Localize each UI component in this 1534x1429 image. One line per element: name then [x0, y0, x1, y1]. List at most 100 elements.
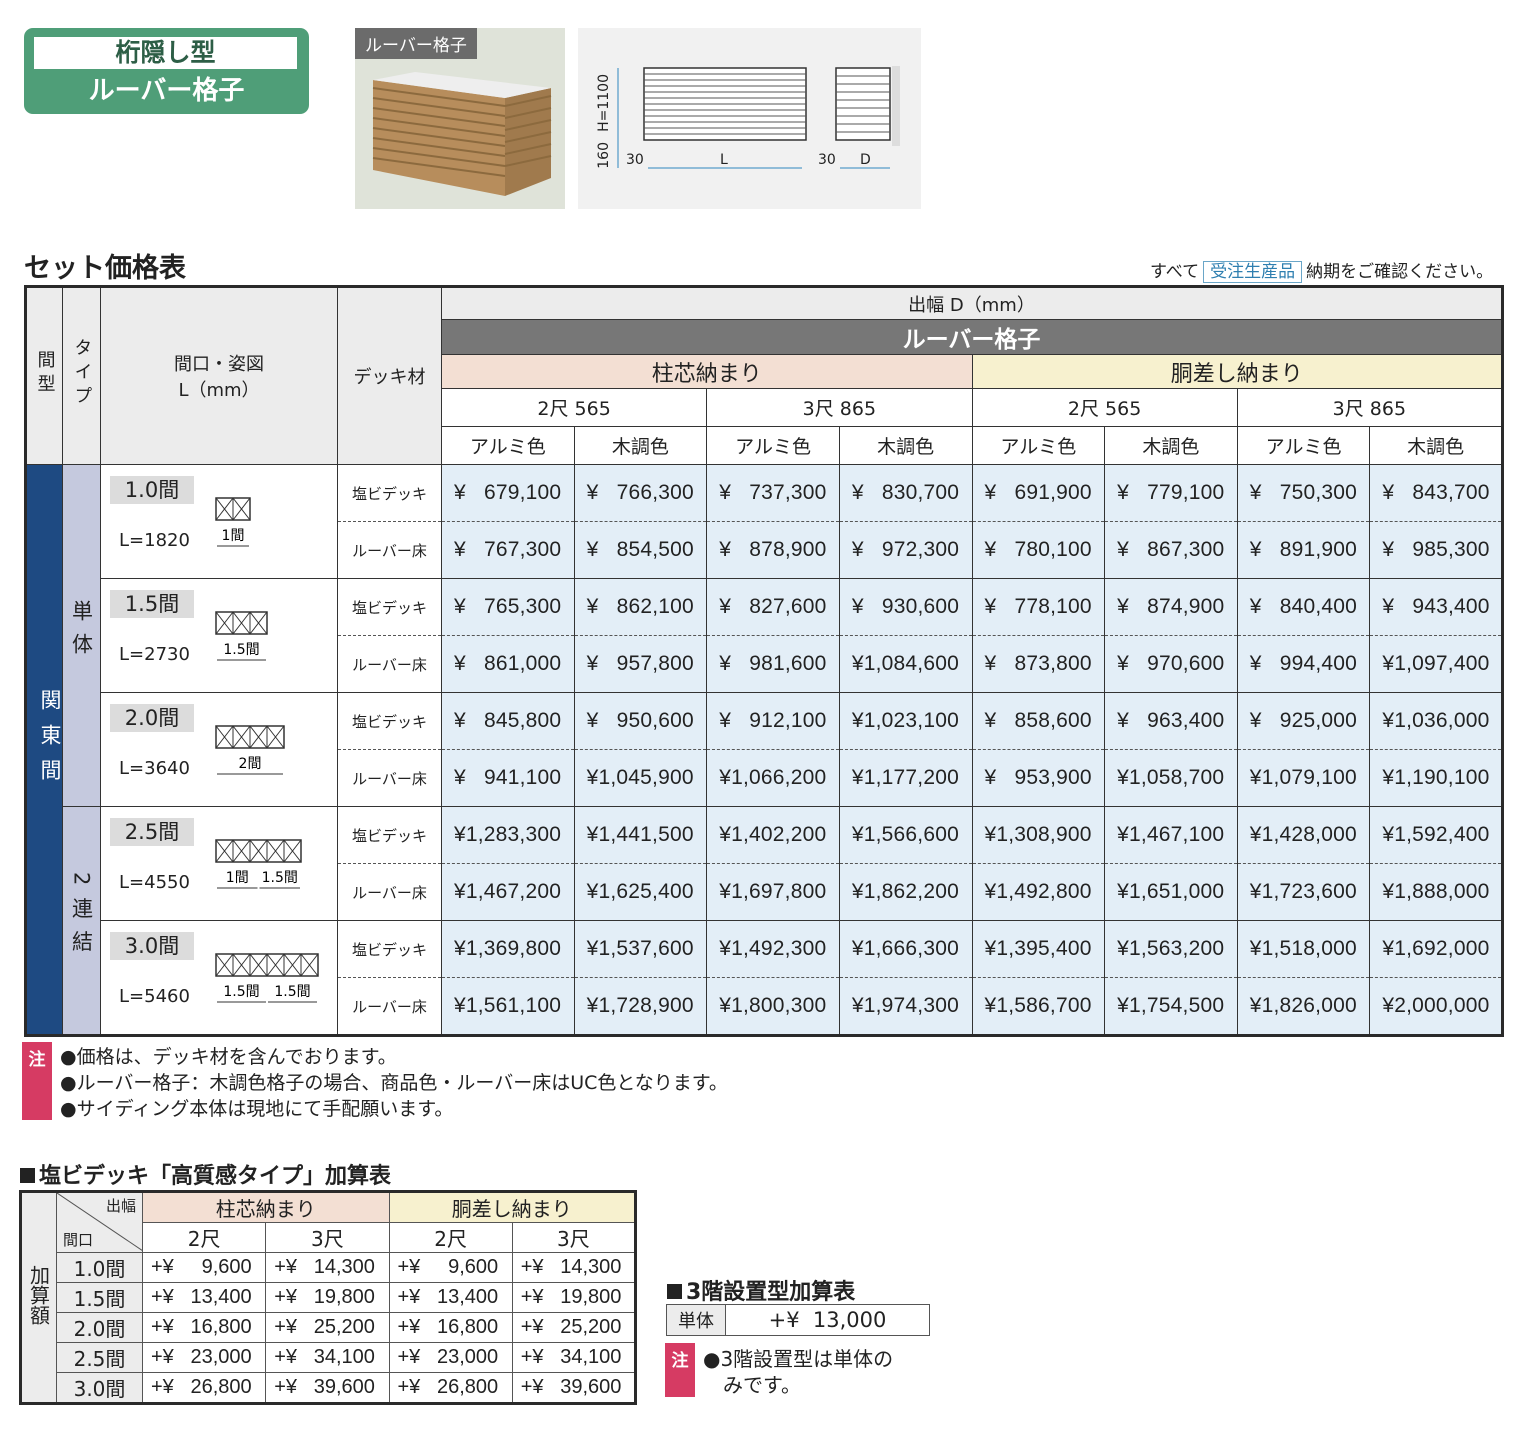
maguchi-length: L=4550 [119, 871, 190, 893]
price-cell: ¥ 840,400 [1236, 578, 1371, 636]
price-cell: ¥1,566,600 [838, 806, 973, 864]
maguchi-cell: 1.5間 L=2730 1.5間 [100, 578, 338, 693]
price-cell: ¥ 778,100 [971, 578, 1106, 636]
header-color: 木調色 [1104, 426, 1238, 465]
note-line: ●ルーバー格子：木調色格子の場合、商品色・ルーバー床はUC色となります。 [60, 1072, 728, 1094]
price-cell: ¥1,190,100 [1369, 749, 1503, 807]
header-maguchi-unit: L（mm） [178, 380, 260, 401]
add-value: +¥ 14,300 [511, 1252, 637, 1283]
made-to-order-tag: 受注生産品 [1203, 261, 1303, 283]
header-color: 木調色 [573, 426, 708, 465]
add-value: +¥ 39,600 [265, 1372, 390, 1404]
note-line: ●価格は、デッキ材を含んでおります。 [60, 1046, 397, 1068]
header-color: アルミ色 [441, 426, 575, 465]
price-cell: ¥1,692,000 [1369, 920, 1503, 978]
price-cell: ¥ 891,900 [1236, 521, 1371, 579]
add-value: +¥ 23,000 [141, 1342, 267, 1373]
maguchi-size: 1.5間 [110, 589, 194, 618]
plan-width-tag: 1間 [226, 870, 249, 886]
price-cell: ¥1,888,000 [1369, 863, 1503, 921]
price-cell: ¥ 861,000 [441, 635, 575, 693]
price-cell: ¥1,518,000 [1236, 920, 1371, 978]
price-cell: ¥ 963,400 [1104, 692, 1238, 750]
floor3-note-line: ●3階設置型は単体の [703, 1347, 894, 1371]
price-cell: ¥ 862,100 [573, 578, 708, 636]
price-cell: ¥ 874,900 [1104, 578, 1238, 636]
deck-type: 塩ビデッキ [337, 692, 442, 750]
price-cell: ¥1,974,300 [838, 977, 973, 1036]
header-group1: 柱芯納まり [441, 354, 973, 389]
plan-diagram: 2間 [215, 724, 285, 774]
header-size: 2尺 565 [971, 388, 1238, 427]
header-size: 2尺 565 [440, 388, 708, 427]
offset-label-right: 30 [818, 152, 836, 168]
price-cell: ¥1,592,400 [1369, 806, 1503, 864]
price-cell: ¥ 858,600 [971, 692, 1106, 750]
header-group2: 胴差し納まり [971, 354, 1503, 389]
price-cell: ¥ 737,300 [706, 464, 840, 522]
price-cell: ¥1,428,000 [1236, 806, 1371, 864]
offset-label-left: 30 [626, 152, 644, 168]
maguchi-length: L=3640 [119, 757, 190, 779]
price-cell: ¥1,369,800 [441, 920, 575, 978]
header-kanma: 間型 [25, 286, 63, 465]
deck-type: ルーバー床 [337, 521, 442, 579]
header-color: 木調色 [1369, 426, 1503, 465]
maguchi-cell: 1.0間 L=1820 1間 [100, 464, 338, 579]
price-cell: ¥1,441,500 [573, 806, 708, 864]
price-cell: ¥ 941,100 [441, 749, 575, 807]
price-cell: ¥1,402,200 [706, 806, 840, 864]
deck-type: ルーバー床 [337, 749, 442, 807]
price-cell: ¥ 767,300 [441, 521, 575, 579]
price-cell: ¥ 779,100 [1104, 464, 1238, 522]
header-color: 木調色 [838, 426, 973, 465]
price-cell: ¥ 878,900 [706, 521, 840, 579]
price-cell: ¥1,586,700 [971, 977, 1106, 1036]
plan-width-tag: 1.5間 [223, 984, 259, 1000]
price-cell: ¥ 950,600 [573, 692, 708, 750]
add-side-label: 加算額 [20, 1191, 57, 1404]
maguchi-length: L=1820 [119, 529, 190, 551]
order-note: すべて 受注生産品 納期をご確認ください。 [1150, 257, 1493, 283]
price-cell: ¥1,537,600 [573, 920, 708, 978]
add-value: +¥ 13,400 [388, 1282, 513, 1313]
price-table: 間型 タイプ 間口・姿図 L（mm） デッキ材 出幅 D（mm） ルーバー格子 … [24, 285, 1504, 1037]
section-title: セット価格表 [24, 253, 186, 284]
price-cell: ¥ 873,800 [971, 635, 1106, 693]
add-value: +¥ 9,600 [141, 1252, 267, 1283]
badge-line2: ルーバー格子 [88, 76, 245, 106]
add-value: +¥ 19,800 [511, 1282, 637, 1313]
plan-width-tag: 1.5間 [262, 870, 298, 886]
header-color: アルミ色 [971, 426, 1106, 465]
header-type: タイプ [62, 286, 101, 465]
add-value: +¥ 34,100 [265, 1342, 390, 1373]
price-cell: ¥1,084,600 [838, 635, 973, 693]
price-cell: ¥ 981,600 [706, 635, 840, 693]
price-cell: ¥2,000,000 [1369, 977, 1503, 1036]
add-value: +¥ 25,200 [511, 1312, 637, 1343]
header-color: アルミ色 [1236, 426, 1371, 465]
price-cell: ¥ 970,600 [1104, 635, 1238, 693]
floor3-note-line: みです。 [703, 1373, 801, 1397]
add-value: +¥ 26,800 [388, 1372, 513, 1404]
length-label: L [720, 152, 728, 168]
header-deck: デッキ材 [337, 286, 442, 465]
price-cell: ¥1,651,000 [1104, 863, 1238, 921]
deck-type: ルーバー床 [337, 863, 442, 921]
add-value: +¥ 26,800 [141, 1372, 267, 1404]
badge-line1: 桁隠し型 [34, 37, 297, 69]
product-badge: 桁隠し型 ルーバー格子 [24, 28, 309, 114]
price-cell: ¥1,492,300 [706, 920, 840, 978]
maguchi-cell: 3.0間 L=5460 1.5間 1.5間 [100, 920, 338, 1036]
corner-top-label: 出幅 [105, 1197, 136, 1215]
maguchi-cell: 2.5間 L=4550 1間 1.5間 [100, 806, 338, 921]
price-cell: ¥ 750,300 [1236, 464, 1371, 522]
deck-type: 塩ビデッキ [337, 464, 442, 522]
header-size: 3尺 865 [706, 388, 973, 427]
add-cost-table: 加算額 出幅 間口 柱芯納まり 胴差し納まり 2尺 3尺 2尺 3尺 1.0間 +… [19, 1190, 637, 1405]
price-cell: ¥1,697,800 [706, 863, 840, 921]
plan-diagram: 1.5間 [215, 610, 268, 660]
header-color: アルミ色 [706, 426, 840, 465]
add-value: +¥ 39,600 [511, 1372, 637, 1404]
price-cell: ¥1,563,200 [1104, 920, 1238, 978]
